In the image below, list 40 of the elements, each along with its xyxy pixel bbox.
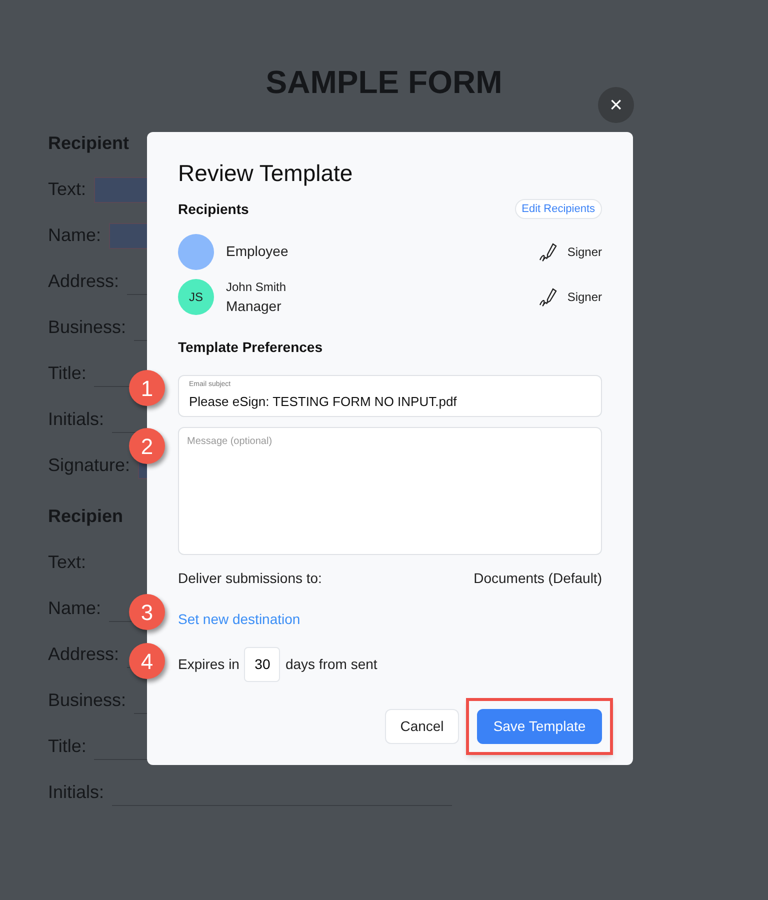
save-template-button[interactable]: Save Template (477, 708, 602, 744)
field-label: Text: (48, 178, 86, 201)
recipient-type: Signer (567, 289, 602, 306)
section-heading: Recipien (48, 505, 124, 528)
field-label: Business: (48, 316, 126, 339)
field-label: Business: (48, 689, 126, 712)
field-label: Title: (48, 735, 86, 758)
recipient-role: Employee (226, 242, 290, 261)
step-badge: 1 (129, 370, 165, 406)
deliver-label: Deliver submissions to: (178, 568, 322, 588)
recipient-type: Signer (567, 244, 602, 260)
field-label: Signature: (48, 454, 130, 477)
field-label: Text: (48, 551, 86, 574)
dialog-title: Review Template (178, 159, 354, 188)
field-value: Please eSign: TESTING FORM NO INPUT.pdf (189, 393, 458, 411)
deliver-destination: Documents (Default) (474, 568, 602, 588)
form-title: SAMPLE FORM (266, 63, 502, 102)
step-badge: 2 (129, 428, 165, 464)
section-heading: Recipient (48, 132, 130, 155)
field-label: Address: (48, 643, 120, 666)
preferences-heading: Template Preferences (178, 338, 324, 357)
expiry-days-field[interactable]: 30 (244, 646, 280, 682)
field-label: Name: (48, 597, 102, 620)
edit-recipients-button[interactable]: Edit Recipients (514, 198, 602, 220)
expires-label: Expires in (178, 654, 240, 674)
cancel-button[interactable]: Cancel (385, 708, 459, 744)
message-field[interactable]: Message (optional) (178, 426, 602, 554)
recipient-name: John Smith (226, 278, 288, 296)
step-badge: 3 (129, 594, 165, 630)
field-label: Address: (48, 270, 120, 293)
expires-suffix: days from sent (285, 654, 378, 674)
field-label: Title: (48, 362, 86, 385)
step-badge: 4 (129, 643, 165, 679)
field-label: Name: (48, 224, 102, 247)
recipients-heading: Recipients (178, 200, 249, 219)
avatar: JS (178, 279, 214, 315)
recipient-role: Manager (226, 296, 282, 316)
field-label: Initials: (48, 781, 104, 804)
field-label: Initials: (48, 408, 104, 431)
close-button[interactable]: × (598, 87, 634, 123)
